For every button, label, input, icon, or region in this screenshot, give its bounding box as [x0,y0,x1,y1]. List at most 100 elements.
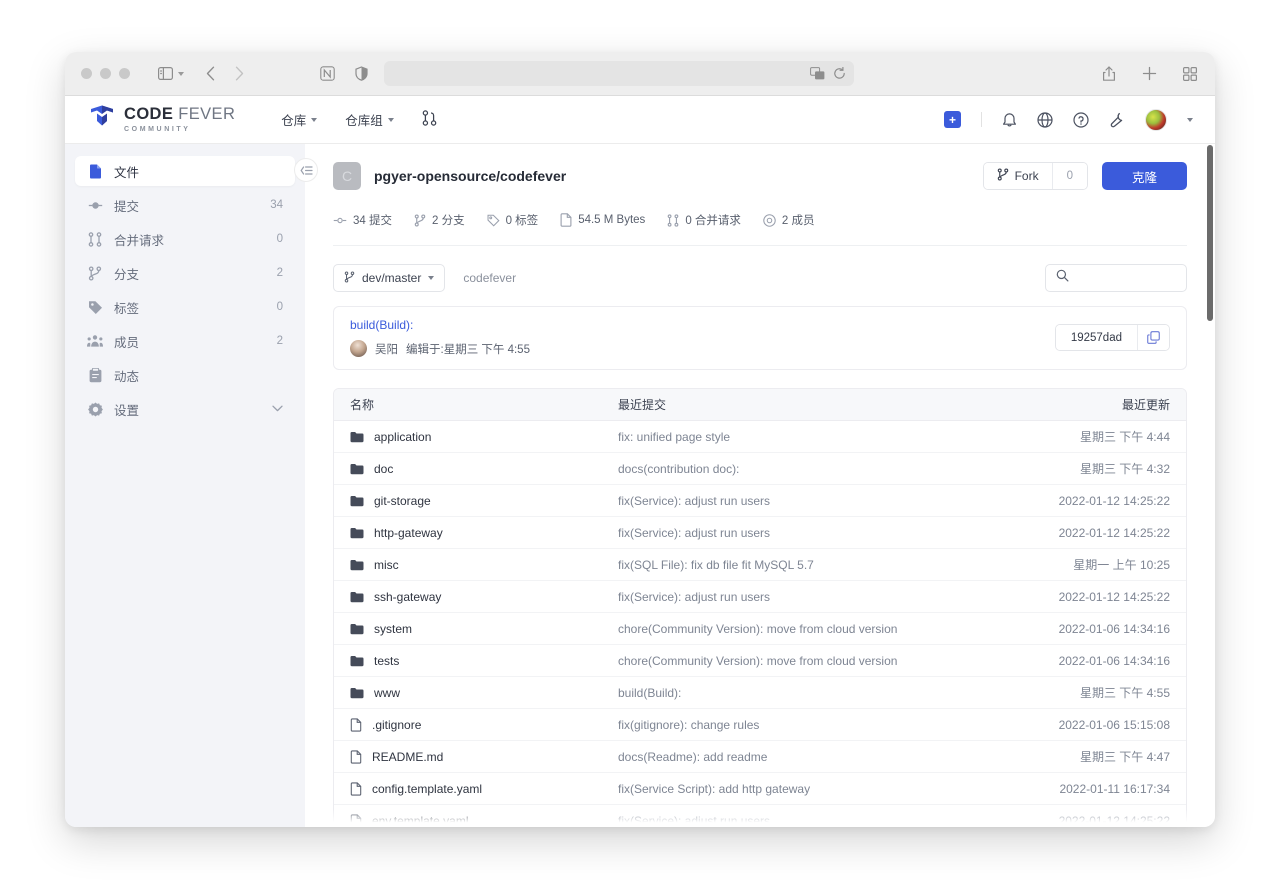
help-circle-icon[interactable] [1073,111,1089,128]
stat-size[interactable]: 54.5 M Bytes [560,213,645,227]
create-new-button[interactable]: + [944,111,961,128]
sidebar-item-tags[interactable]: 标签 0 [75,292,295,322]
table-row[interactable]: tests chore(Community Version): move from… [334,645,1186,677]
stat-tags[interactable]: 0 标签 [487,212,538,228]
nav-repositories-label: 仓库 [281,114,307,128]
file-name-link[interactable]: env.template.yaml [372,814,469,828]
file-name-link[interactable]: ssh-gateway [374,590,441,604]
file-name-link[interactable]: application [374,430,431,444]
branch-selector[interactable]: dev/master [333,264,446,292]
file-name-link[interactable]: README.md [372,750,443,764]
wrench-icon[interactable] [1109,112,1125,128]
file-name-link[interactable]: doc [374,462,393,476]
nav-item-repositories[interactable]: 仓库 [281,110,318,129]
cell-commit-message[interactable]: chore(Community Version): move from clou… [618,654,1010,668]
chevron-down-icon[interactable] [1187,117,1193,122]
file-name-link[interactable]: http-gateway [374,526,443,540]
bell-icon[interactable] [1002,112,1017,128]
commit-hash[interactable]: 19257dad [1055,325,1137,350]
table-row[interactable]: system chore(Community Version): move fro… [334,613,1186,645]
cell-commit-message[interactable]: fix(SQL File): fix db file fit MySQL 5.7 [618,558,1010,572]
browser-window: CODE FEVER COMMUNITY 仓库 仓库组 + 文件 提交 34 合… [65,52,1215,827]
nav-item-pull-requests[interactable] [422,110,437,129]
table-row[interactable]: misc fix(SQL File): fix db file fit MySQL… [334,549,1186,581]
address-bar[interactable] [384,61,854,86]
commit-author-name[interactable]: 吴阳 [375,341,398,357]
table-row[interactable]: ssh-gateway fix(Service): adjust run user… [334,581,1186,613]
cell-commit-message[interactable]: fix(Service): adjust run users [618,590,1010,604]
privacy-shield-icon[interactable] [355,66,368,81]
translate-icon[interactable] [810,67,825,80]
file-name-link[interactable]: config.template.yaml [372,782,482,796]
browser-sidebar-toggle[interactable] [158,67,184,80]
cell-commit-message[interactable]: fix(gitignore): change rules [618,718,1010,732]
table-row[interactable]: .gitignore fix(gitignore): change rules 20… [334,709,1186,741]
search-input[interactable] [1045,264,1187,292]
table-row[interactable]: git-storage fix(Service): adjust run user… [334,485,1186,517]
file-name-link[interactable]: www [374,686,400,700]
sidebar-item-members[interactable]: 成员 2 [75,326,295,356]
clone-button[interactable]: 克隆 [1101,162,1187,190]
close-window-button[interactable] [81,68,92,79]
sidebar-item-settings[interactable]: 设置 [75,394,295,424]
copy-icon[interactable] [1137,325,1169,350]
sidebar-label: 设置 [114,403,140,418]
brand-logo[interactable]: CODE FEVER COMMUNITY [89,105,235,134]
stat-members[interactable]: 2 成员 [763,212,815,228]
nav-item-repo-groups[interactable]: 仓库组 [345,110,394,129]
file-icon [350,749,362,764]
table-row[interactable]: config.template.yaml fix(Service Script):… [334,773,1186,805]
file-name-link[interactable]: system [374,622,412,636]
table-row[interactable]: application fix: unified page style 星期三 下午… [334,421,1186,453]
stat-commits[interactable]: 34 提交 [333,212,392,228]
commit-message-link[interactable]: build(Build): [350,318,530,332]
cell-commit-message[interactable]: chore(Community Version): move from clou… [618,622,1010,636]
table-row[interactable]: http-gateway fix(Service): adjust run use… [334,517,1186,549]
page-scrollbar[interactable] [1207,145,1213,321]
collapse-sidebar-icon[interactable] [294,158,318,182]
user-avatar[interactable] [1145,108,1167,131]
branch-row: dev/master codefever [333,264,1187,292]
cell-commit-message[interactable]: docs(contribution doc): [618,462,1010,476]
table-row[interactable]: env.template.yaml fix(Service): adjust ru… [334,805,1186,827]
file-name-link[interactable]: misc [374,558,399,572]
cell-commit-message[interactable]: fix: unified page style [618,430,1010,444]
avatar [350,340,367,357]
breadcrumb[interactable]: codefever [463,271,516,285]
reader-view-icon[interactable] [320,66,335,81]
sidebar-item-branches[interactable]: 分支 2 [75,258,295,288]
reload-icon[interactable] [833,67,846,80]
cell-commit-message[interactable]: docs(Readme): add readme [618,750,1010,764]
cell-commit-message[interactable]: fix(Service): adjust run users [618,526,1010,540]
cell-commit-message[interactable]: fix(Service): adjust run users [618,494,1010,508]
table-row[interactable]: www build(Build): 星期三 下午 4:55 [334,677,1186,709]
fork-label: Fork [1014,169,1039,183]
sidebar-item-files[interactable]: 文件 [75,156,295,186]
minimize-window-button[interactable] [100,68,111,79]
cell-commit-message[interactable]: build(Build): [618,686,1010,700]
forward-button[interactable] [235,66,244,81]
sidebar-item-commits[interactable]: 提交 34 [75,190,295,220]
new-tab-button[interactable] [1142,66,1157,81]
sidebar-item-merge-requests[interactable]: 合并请求 0 [75,224,295,254]
file-name-link[interactable]: tests [374,654,399,668]
maximize-window-button[interactable] [119,68,130,79]
cell-commit-message[interactable]: fix(Service): adjust run users [618,814,1010,828]
stat-branches[interactable]: 2 分支 [414,212,465,228]
cell-commit-message[interactable]: fix(Service Script): add http gateway [618,782,1010,796]
stat-merge-requests[interactable]: 0 合并请求 [667,212,741,228]
file-name-link[interactable]: git-storage [374,494,431,508]
fork-count[interactable]: 0 [1051,163,1087,189]
branch-icon [414,213,426,227]
table-row[interactable]: README.md docs(Readme): add readme 星期三 下午 … [334,741,1186,773]
sidebar-item-activity[interactable]: 动态 [75,360,295,390]
share-icon[interactable] [1102,65,1116,82]
fork-button[interactable]: Fork [983,163,1052,189]
file-name-link[interactable]: .gitignore [372,718,421,732]
cell-updated-time: 2022-01-12 14:25:22 [1058,493,1170,508]
tab-grid-icon[interactable] [1183,66,1197,81]
table-row[interactable]: doc docs(contribution doc): 星期三 下午 4:32 [334,453,1186,485]
sidebar-count: 34 [270,199,283,211]
back-button[interactable] [206,66,215,81]
globe-icon[interactable] [1037,111,1053,128]
